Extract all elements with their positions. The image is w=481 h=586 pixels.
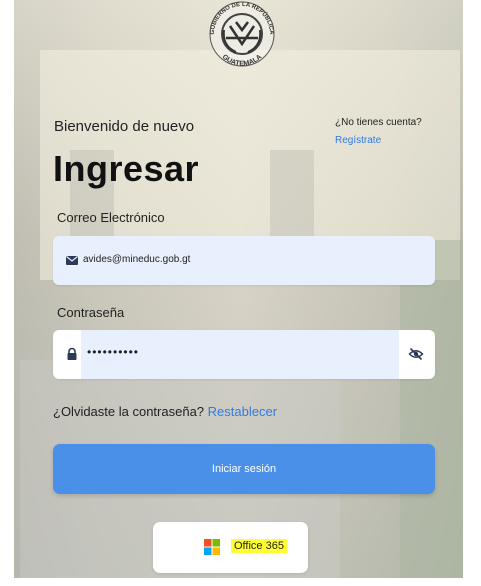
lock-icon — [67, 347, 77, 360]
login-button[interactable]: Iniciar sesión — [53, 444, 435, 494]
forgot-password-text: ¿Olvidaste la contraseña? — [53, 404, 205, 419]
restore-password-link[interactable]: Restablecer — [208, 404, 277, 419]
page-margin-left — [0, 0, 14, 586]
email-field[interactable]: avides@mineduc.gob.gt — [53, 236, 435, 285]
password-field[interactable]: •••••••••• — [53, 330, 435, 379]
envelope-icon — [66, 256, 78, 265]
guatemala-seal-icon: GOBIERNO DE LA REPÚBLICA GUATEMALA — [209, 1, 275, 68]
welcome-text: Bienvenido de nuevo — [54, 118, 195, 135]
email-value: avides@mineduc.gob.gt — [83, 254, 191, 265]
office365-button[interactable]: Office 365 — [153, 522, 308, 573]
no-account-text: ¿No tienes cuenta? — [335, 117, 422, 128]
register-link[interactable]: Regístrate — [335, 135, 381, 146]
page-title: Ingresar — [53, 148, 200, 189]
password-value: •••••••••• — [87, 345, 140, 359]
forgot-password-row: ¿Olvidaste la contraseña? Restablecer — [53, 404, 277, 419]
office365-label: Office 365 — [231, 539, 287, 553]
password-label: Contraseña — [57, 305, 125, 320]
eye-slash-icon[interactable] — [408, 346, 424, 362]
microsoft-logo-icon — [204, 539, 220, 555]
page-margin-right — [463, 0, 481, 586]
email-label: Correo Electrónico — [57, 210, 165, 225]
page-margin-bottom — [0, 578, 481, 586]
